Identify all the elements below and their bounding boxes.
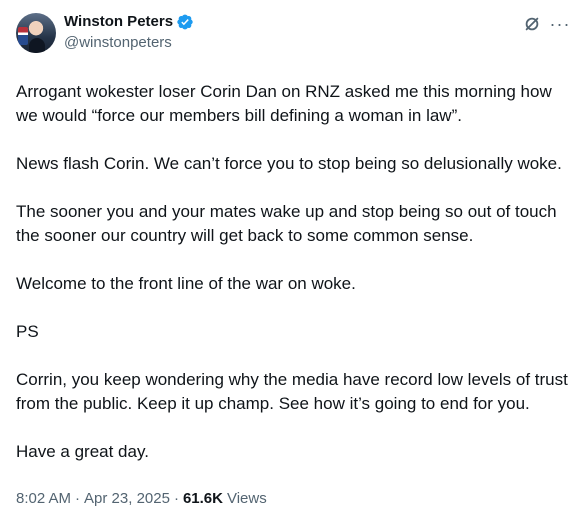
tweet-text: Arrogant wokester loser Corin Dan on RNZ… bbox=[16, 80, 570, 464]
tweet-card: Winston Peters @winstonpeters ··· Arroga… bbox=[0, 0, 586, 517]
views-count: 61.6K bbox=[182, 490, 223, 507]
more-options-icon[interactable]: ··· bbox=[550, 14, 570, 34]
author-info: Winston Peters @winstonpeters bbox=[64, 12, 194, 53]
author-name-row: Winston Peters bbox=[64, 12, 194, 32]
verified-badge-icon bbox=[176, 13, 194, 31]
tweet-paragraph: Welcome to the front line of the war on … bbox=[16, 274, 356, 293]
tweet-paragraph: Corrin, you keep wondering why the media… bbox=[16, 370, 568, 413]
header-actions: ··· bbox=[522, 14, 570, 34]
tweet-paragraph: News flash Corin. We can’t force you to … bbox=[16, 154, 562, 173]
tweet-paragraph: Have a great day. bbox=[16, 442, 149, 461]
tweet-meta: 8:02 AM · Apr 23, 2025 · 61.6K Views bbox=[16, 490, 267, 507]
avatar[interactable] bbox=[16, 13, 56, 53]
tweet-date[interactable]: Apr 23, 2025 bbox=[84, 490, 170, 507]
views-label: Views bbox=[226, 490, 267, 507]
grok-icon[interactable] bbox=[522, 14, 542, 34]
tweet-paragraph: PS bbox=[16, 322, 39, 341]
author-handle[interactable]: @winstonpeters bbox=[64, 33, 194, 53]
tweet-time[interactable]: 8:02 AM bbox=[16, 490, 71, 507]
tweet-paragraph: Arrogant wokester loser Corin Dan on RNZ… bbox=[16, 82, 552, 125]
tweet-paragraph: The sooner you and your mates wake up an… bbox=[16, 202, 557, 245]
meta-separator: · bbox=[173, 490, 179, 507]
tweet-header: Winston Peters @winstonpeters ··· bbox=[16, 12, 570, 56]
meta-separator: · bbox=[75, 490, 81, 507]
author-name[interactable]: Winston Peters bbox=[64, 12, 173, 32]
